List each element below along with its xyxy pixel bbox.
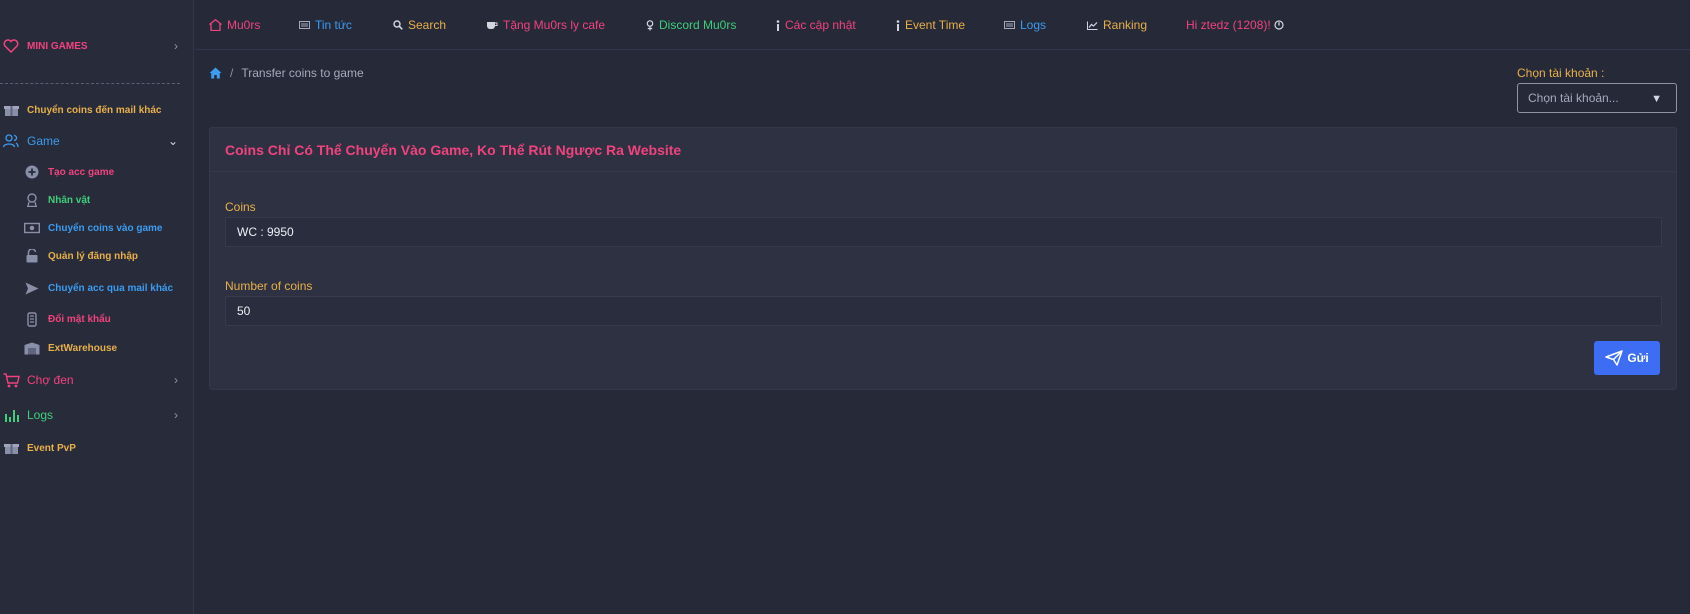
cart-icon bbox=[2, 371, 20, 389]
plus-circle-icon bbox=[24, 164, 40, 180]
news-icon bbox=[299, 21, 310, 29]
nav-home[interactable]: Mu0rs bbox=[209, 18, 260, 32]
nav-label: Tặng Mu0rs ly cafe bbox=[503, 18, 606, 32]
nav-ranking[interactable]: Ranking bbox=[1087, 18, 1147, 32]
gift-icon bbox=[2, 439, 20, 457]
nav-label: Logs bbox=[1020, 18, 1047, 32]
nav-label: Các cập nhật bbox=[785, 18, 856, 32]
chart-icon bbox=[1087, 21, 1098, 30]
caret-down-icon: ▼ bbox=[1651, 93, 1662, 105]
nav-label: Tin tức bbox=[315, 18, 352, 32]
account-select-placeholder: Chọn tài khoản... bbox=[1528, 91, 1619, 105]
send-icon bbox=[24, 280, 40, 296]
sidebar-item-label: Logs bbox=[27, 408, 54, 422]
users-icon bbox=[2, 132, 20, 150]
nav-label: Hi ztedz (1208)! bbox=[1186, 18, 1271, 32]
sidebar-item-logs[interactable]: Logs › bbox=[0, 406, 194, 424]
nav-news[interactable]: Tin tức bbox=[299, 18, 352, 32]
nav-coffee[interactable]: Tặng Mu0rs ly cafe bbox=[486, 18, 605, 32]
nav-label: Discord Mu0rs bbox=[659, 18, 737, 32]
send-icon bbox=[1605, 350, 1624, 366]
nav-search[interactable]: Search bbox=[393, 18, 446, 32]
send-button-label: Gửi bbox=[1627, 351, 1649, 365]
sidebar-subitem-extwarehouse[interactable]: ExtWarehouse bbox=[24, 340, 117, 356]
sidebar-subitem-label: Đổi mật khẩu bbox=[48, 313, 111, 325]
coins-field[interactable] bbox=[225, 217, 1662, 247]
sidebar-item-black-market[interactable]: Chợ đen › bbox=[0, 371, 194, 389]
breadcrumb: / Transfer coins to game bbox=[209, 66, 364, 80]
sidebar-subitem-label: Nhân vật bbox=[48, 194, 91, 206]
sidebar-subitem-transfer-acc[interactable]: Chuyển acc qua mail khác bbox=[24, 280, 173, 296]
nav-label: Event Time bbox=[905, 18, 966, 32]
power-icon bbox=[1274, 20, 1284, 30]
chevron-down-icon: ⌄ bbox=[167, 134, 178, 148]
sidebar-subitem-change-password[interactable]: Đổi mật khẩu bbox=[24, 311, 111, 327]
account-select[interactable]: Chọn tài khoản... ▼ bbox=[1517, 83, 1677, 113]
sidebar-item-label: Event PvP bbox=[27, 442, 76, 454]
warehouse-icon bbox=[24, 340, 40, 356]
sidebar-subitem-label: Chuyển acc qua mail khác bbox=[48, 282, 174, 294]
sidebar-item-mini-games[interactable]: MINI GAMES › bbox=[0, 37, 194, 55]
search-icon bbox=[393, 20, 403, 30]
nav-discord[interactable]: Discord Mu0rs bbox=[646, 18, 736, 32]
sidebar-subitem-label: ExtWarehouse bbox=[48, 342, 118, 354]
number-of-coins-field[interactable] bbox=[225, 296, 1662, 326]
nav-event-time[interactable]: Event Time bbox=[896, 18, 965, 32]
account-select-label: Chọn tài khoản : bbox=[1517, 66, 1605, 80]
chevron-right-icon: › bbox=[174, 373, 178, 387]
nav-label: Mu0rs bbox=[227, 18, 261, 32]
sidebar-divider bbox=[0, 83, 180, 84]
home-icon[interactable] bbox=[209, 67, 222, 79]
sidebar-subitem-create-acc[interactable]: Tạo acc game bbox=[24, 164, 114, 180]
sidebar-item-event-pvp[interactable]: Event PvP bbox=[0, 439, 194, 457]
character-icon bbox=[24, 192, 40, 208]
logs-icon bbox=[1004, 21, 1015, 29]
home-icon bbox=[209, 19, 222, 31]
card-title: Coins Chỉ Có Thể Chuyển Vào Game, Ko Thể… bbox=[225, 142, 682, 158]
sidebar-item-label: Chợ đen bbox=[27, 373, 74, 387]
sidebar-subitem-label: Tạo acc game bbox=[48, 166, 115, 178]
sidebar-item-label: MINI GAMES bbox=[27, 40, 88, 52]
card-header: Coins Chỉ Có Thể Chuyển Vào Game, Ko Thể… bbox=[210, 128, 1676, 172]
gift-icon bbox=[2, 101, 20, 119]
sidebar: MINI GAMES › Chuyển coins đến mail khác … bbox=[0, 0, 194, 614]
sidebar-subitem-character[interactable]: Nhân vật bbox=[24, 192, 90, 208]
number-of-coins-label: Number of coins bbox=[225, 279, 313, 293]
sidebar-item-transfer-mail[interactable]: Chuyển coins đến mail khác bbox=[0, 101, 194, 119]
chevron-right-icon: › bbox=[174, 408, 178, 422]
nav-label: Ranking bbox=[1103, 18, 1148, 32]
sidebar-subitem-label: Chuyển coins vào game bbox=[48, 222, 163, 234]
sidebar-item-label: Chuyển coins đến mail khác bbox=[27, 104, 162, 116]
breadcrumb-separator: / bbox=[230, 66, 234, 80]
heart-icon bbox=[2, 37, 20, 55]
nav-label: Search bbox=[408, 18, 447, 32]
chevron-right-icon: › bbox=[174, 39, 178, 53]
bar-chart-icon bbox=[2, 406, 20, 424]
breadcrumb-current: Transfer coins to game bbox=[241, 66, 364, 80]
money-icon bbox=[24, 220, 40, 236]
sidebar-subitem-transfer-coins[interactable]: Chuyển coins vào game bbox=[24, 220, 162, 236]
unlock-icon bbox=[24, 248, 40, 264]
nav-user-greeting[interactable]: Hi ztedz (1208)! bbox=[1186, 18, 1284, 32]
sidebar-subitem-label: Quản lý đăng nhập bbox=[48, 250, 139, 262]
send-button[interactable]: Gửi bbox=[1594, 341, 1660, 375]
info-icon bbox=[776, 19, 780, 31]
discord-icon bbox=[646, 19, 654, 31]
info-icon bbox=[896, 19, 900, 31]
coffee-icon bbox=[486, 21, 498, 30]
sidebar-item-game[interactable]: Game ⌄ bbox=[0, 132, 194, 150]
key-icon bbox=[24, 311, 40, 327]
sidebar-item-label: Game bbox=[27, 134, 60, 148]
nav-logs[interactable]: Logs bbox=[1004, 18, 1046, 32]
sidebar-subitem-login-management[interactable]: Quản lý đăng nhập bbox=[24, 248, 138, 264]
nav-updates[interactable]: Các cập nhật bbox=[776, 18, 856, 32]
transfer-card: Coins Chỉ Có Thể Chuyển Vào Game, Ko Thể… bbox=[209, 127, 1677, 390]
coins-label: Coins bbox=[225, 200, 256, 214]
